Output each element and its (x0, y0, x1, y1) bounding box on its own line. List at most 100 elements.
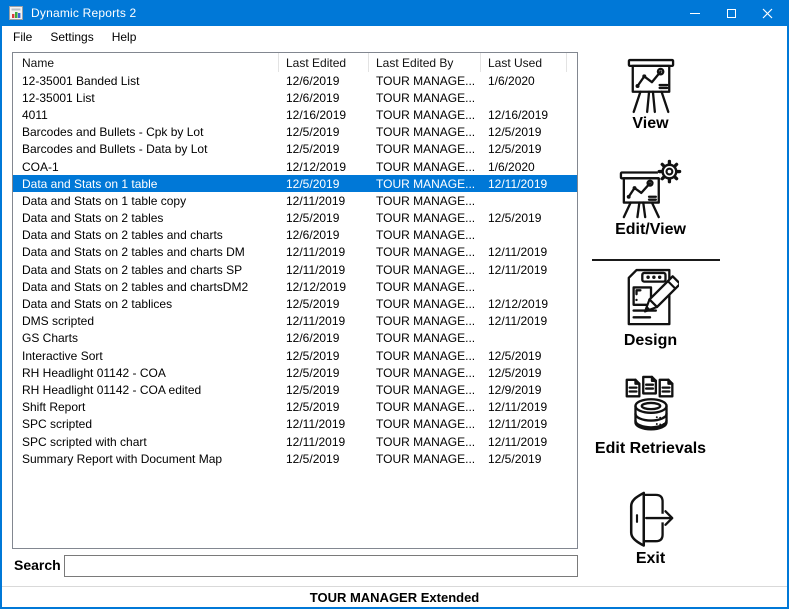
cell-last_used: 12/11/2019 (481, 417, 567, 431)
cell-last_edited: 12/6/2019 (279, 331, 369, 345)
close-button[interactable] (749, 0, 785, 26)
exit-label: Exit (636, 550, 665, 568)
list-rows: 12-35001 Banded List12/6/2019TOUR MANAGE… (13, 72, 577, 467)
cell-name: Data and Stats on 1 table copy (13, 194, 279, 208)
close-icon (762, 8, 773, 19)
cell-name: 12-35001 List (13, 91, 279, 105)
table-row[interactable]: 12-35001 Banded List12/6/2019TOUR MANAGE… (13, 72, 577, 89)
cell-last_edited: 12/11/2019 (279, 245, 369, 259)
cell-last_edited: 12/11/2019 (279, 194, 369, 208)
search-input[interactable] (64, 555, 578, 577)
cell-name: SPC scripted (13, 417, 279, 431)
menu-settings[interactable]: Settings (41, 27, 102, 47)
cell-last_edited: 12/6/2019 (279, 228, 369, 242)
edit-view-button[interactable]: Edit/View (578, 158, 723, 239)
cell-name: Summary Report with Document Map (13, 452, 279, 466)
view-button[interactable]: View (578, 58, 723, 133)
cell-last_edited: 12/12/2019 (279, 160, 369, 174)
cell-last_edited_by: TOUR MANAGE... (369, 331, 481, 345)
design-label: Design (624, 332, 677, 350)
cell-last_edited_by: TOUR MANAGE... (369, 74, 481, 88)
cell-last_used: 12/11/2019 (481, 314, 567, 328)
list-header: Name Last Edited Last Edited By Last Use… (13, 53, 577, 72)
table-row[interactable]: 12-35001 List12/6/2019TOUR MANAGE... (13, 89, 577, 106)
cell-name: Data and Stats on 1 table (13, 177, 279, 191)
cell-name: RH Headlight 01142 - COA (13, 366, 279, 380)
table-row[interactable]: Shift Report12/5/2019TOUR MANAGE...12/11… (13, 399, 577, 416)
easel-chart-gear-icon (619, 158, 683, 220)
cell-last_used: 12/11/2019 (481, 245, 567, 259)
cell-last_edited: 12/5/2019 (279, 400, 369, 414)
document-pencil-icon (623, 267, 679, 331)
cell-name: Barcodes and Bullets - Cpk by Lot (13, 125, 279, 139)
cell-name: Data and Stats on 2 tablices (13, 297, 279, 311)
table-row[interactable]: Data and Stats on 2 tables and charts12/… (13, 227, 577, 244)
cell-last_edited: 12/11/2019 (279, 314, 369, 328)
column-header-last-used[interactable]: Last Used (481, 53, 567, 72)
table-row[interactable]: Data and Stats on 2 tablices12/5/2019TOU… (13, 295, 577, 312)
statusbar: TOUR MANAGER Extended (2, 586, 787, 607)
table-row[interactable]: Data and Stats on 2 tables and chartsDM2… (13, 278, 577, 295)
window-title: Dynamic Reports 2 (31, 6, 136, 20)
table-row[interactable]: Data and Stats on 2 tables12/5/2019TOUR … (13, 210, 577, 227)
cell-last_edited: 12/5/2019 (279, 297, 369, 311)
table-row[interactable]: RH Headlight 01142 - COA edited12/5/2019… (13, 381, 577, 398)
cell-last_edited_by: TOUR MANAGE... (369, 177, 481, 191)
table-row[interactable]: Data and Stats on 1 table copy12/11/2019… (13, 192, 577, 209)
cell-last_used: 12/11/2019 (481, 263, 567, 277)
design-button[interactable]: Design (578, 267, 723, 350)
column-header-filler (567, 53, 577, 72)
menu-file[interactable]: File (4, 27, 41, 47)
table-row[interactable]: Data and Stats on 1 table12/5/2019TOUR M… (13, 175, 577, 192)
table-row[interactable]: RH Headlight 01142 - COA 12/5/2019TOUR MA… (13, 364, 577, 381)
search-label: Search (14, 557, 61, 573)
menu-help[interactable]: Help (103, 27, 146, 47)
cell-name: 4011 (13, 108, 279, 122)
maximize-button[interactable] (713, 0, 749, 26)
minimize-button[interactable] (677, 0, 713, 26)
cell-last_used: 12/9/2019 (481, 383, 567, 397)
cell-last_edited_by: TOUR MANAGE... (369, 349, 481, 363)
table-row[interactable]: SPC scripted with chart12/11/2019TOUR MA… (13, 433, 577, 450)
cell-last_used: 12/11/2019 (481, 400, 567, 414)
cell-last_used: 12/5/2019 (481, 366, 567, 380)
column-header-last-edited[interactable]: Last Edited (279, 53, 369, 72)
reports-list: Name Last Edited Last Edited By Last Use… (12, 52, 578, 549)
table-row[interactable]: DMS scripted12/11/2019TOUR MANAGE...12/1… (13, 313, 577, 330)
table-row[interactable]: Summary Report with Document Map12/5/201… (13, 450, 577, 467)
cell-name: GS Charts (13, 331, 279, 345)
cell-name: Data and Stats on 2 tables and charts (13, 228, 279, 242)
cell-name: DMS scripted (13, 314, 279, 328)
cell-last_edited: 12/6/2019 (279, 91, 369, 105)
edit-retrievals-button[interactable]: Edit Retrievals (578, 375, 723, 458)
cell-last_used: 12/5/2019 (481, 211, 567, 225)
cell-last_edited_by: TOUR MANAGE... (369, 435, 481, 449)
table-row[interactable]: GS Charts12/6/2019TOUR MANAGE... (13, 330, 577, 347)
cell-last_edited: 12/12/2019 (279, 280, 369, 294)
cell-last_edited_by: TOUR MANAGE... (369, 142, 481, 156)
view-label: View (632, 115, 668, 133)
edit-retrievals-label: Edit Retrievals (595, 440, 706, 458)
cell-last_edited_by: TOUR MANAGE... (369, 297, 481, 311)
cell-last_edited_by: TOUR MANAGE... (369, 211, 481, 225)
cell-last_used: 1/6/2020 (481, 74, 567, 88)
app-icon (8, 5, 24, 21)
table-row[interactable]: Data and Stats on 2 tables and charts SP… (13, 261, 577, 278)
cell-last_edited_by: TOUR MANAGE... (369, 263, 481, 277)
table-row[interactable]: 401112/16/2019TOUR MANAGE...12/16/2019 (13, 106, 577, 123)
maximize-icon (727, 9, 736, 18)
table-row[interactable]: SPC scripted12/11/2019TOUR MANAGE...12/1… (13, 416, 577, 433)
column-header-name[interactable]: Name (13, 53, 279, 72)
table-row[interactable]: Barcodes and Bullets - Data by Lot12/5/2… (13, 141, 577, 158)
cell-last_used: 12/5/2019 (481, 142, 567, 156)
table-row[interactable]: Barcodes and Bullets - Cpk by Lot12/5/20… (13, 124, 577, 141)
table-row[interactable]: Interactive Sort12/5/2019TOUR MANAGE...1… (13, 347, 577, 364)
cell-last_edited_by: TOUR MANAGE... (369, 366, 481, 380)
caption-buttons (677, 0, 785, 26)
table-row[interactable]: Data and Stats on 2 tables and charts DM… (13, 244, 577, 261)
cell-last_edited_by: TOUR MANAGE... (369, 91, 481, 105)
column-header-last-edited-by[interactable]: Last Edited By (369, 53, 481, 72)
cell-last_edited_by: TOUR MANAGE... (369, 125, 481, 139)
table-row[interactable]: COA-112/12/2019TOUR MANAGE...1/6/2020 (13, 158, 577, 175)
exit-button[interactable]: Exit (578, 489, 723, 568)
